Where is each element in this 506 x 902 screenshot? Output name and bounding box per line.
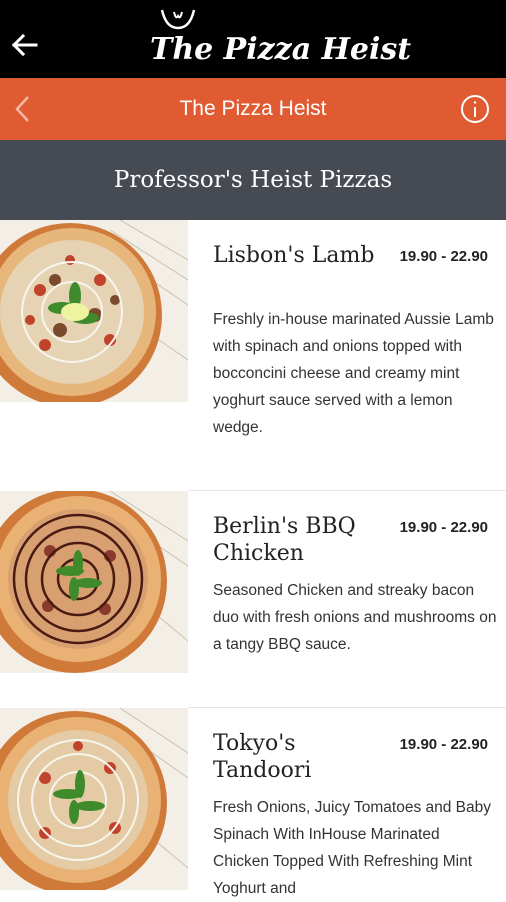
item-price: 19.90 - 22.90 [399, 519, 488, 536]
info-button[interactable] [460, 94, 490, 124]
menu-item-tokyos-tandoori[interactable]: Tokyo's Tandoori 19.90 - 22.90 Fresh Oni… [0, 708, 506, 900]
menu-item-lisbons-lamb[interactable]: Lisbon's Lamb 19.90 - 22.90 Freshly in-h… [0, 220, 506, 490]
menu-item-berlins-bbq-chicken[interactable]: Berlin's BBQ Chicken 19.90 - 22.90 Seaso… [0, 491, 506, 707]
pizza-image [0, 220, 188, 402]
nav-title: The Pizza Heist [179, 97, 327, 120]
top-bar: The Pizza Heist [0, 0, 506, 78]
section-title: Professor's Heist Pizzas [113, 167, 393, 193]
item-name: Berlin's BBQ Chicken [213, 514, 356, 566]
arrow-left-icon [11, 33, 38, 57]
item-price: 19.90 - 22.90 [399, 248, 488, 265]
item-description: Seasoned Chicken and streaky bacon duo w… [213, 582, 497, 653]
item-name: Tokyo's Tandoori [213, 731, 312, 783]
brand-logo-text: The Pizza Heist [150, 32, 412, 67]
item-name: Lisbon's Lamb [213, 243, 375, 268]
pizza-image [0, 708, 188, 890]
back-button[interactable] [10, 28, 42, 60]
info-icon [461, 95, 489, 123]
nav-bar: The Pizza Heist [0, 78, 506, 140]
item-description: Freshly in-house marinated Aussie Lamb w… [213, 311, 494, 436]
brand-logo: The Pizza Heist [150, 6, 412, 74]
pizza-image [0, 491, 188, 673]
section-header: Professor's Heist Pizzas [0, 140, 506, 220]
item-price: 19.90 - 22.90 [399, 736, 488, 753]
item-description: Fresh Onions, Juicy Tomatoes and Baby Sp… [213, 799, 491, 897]
